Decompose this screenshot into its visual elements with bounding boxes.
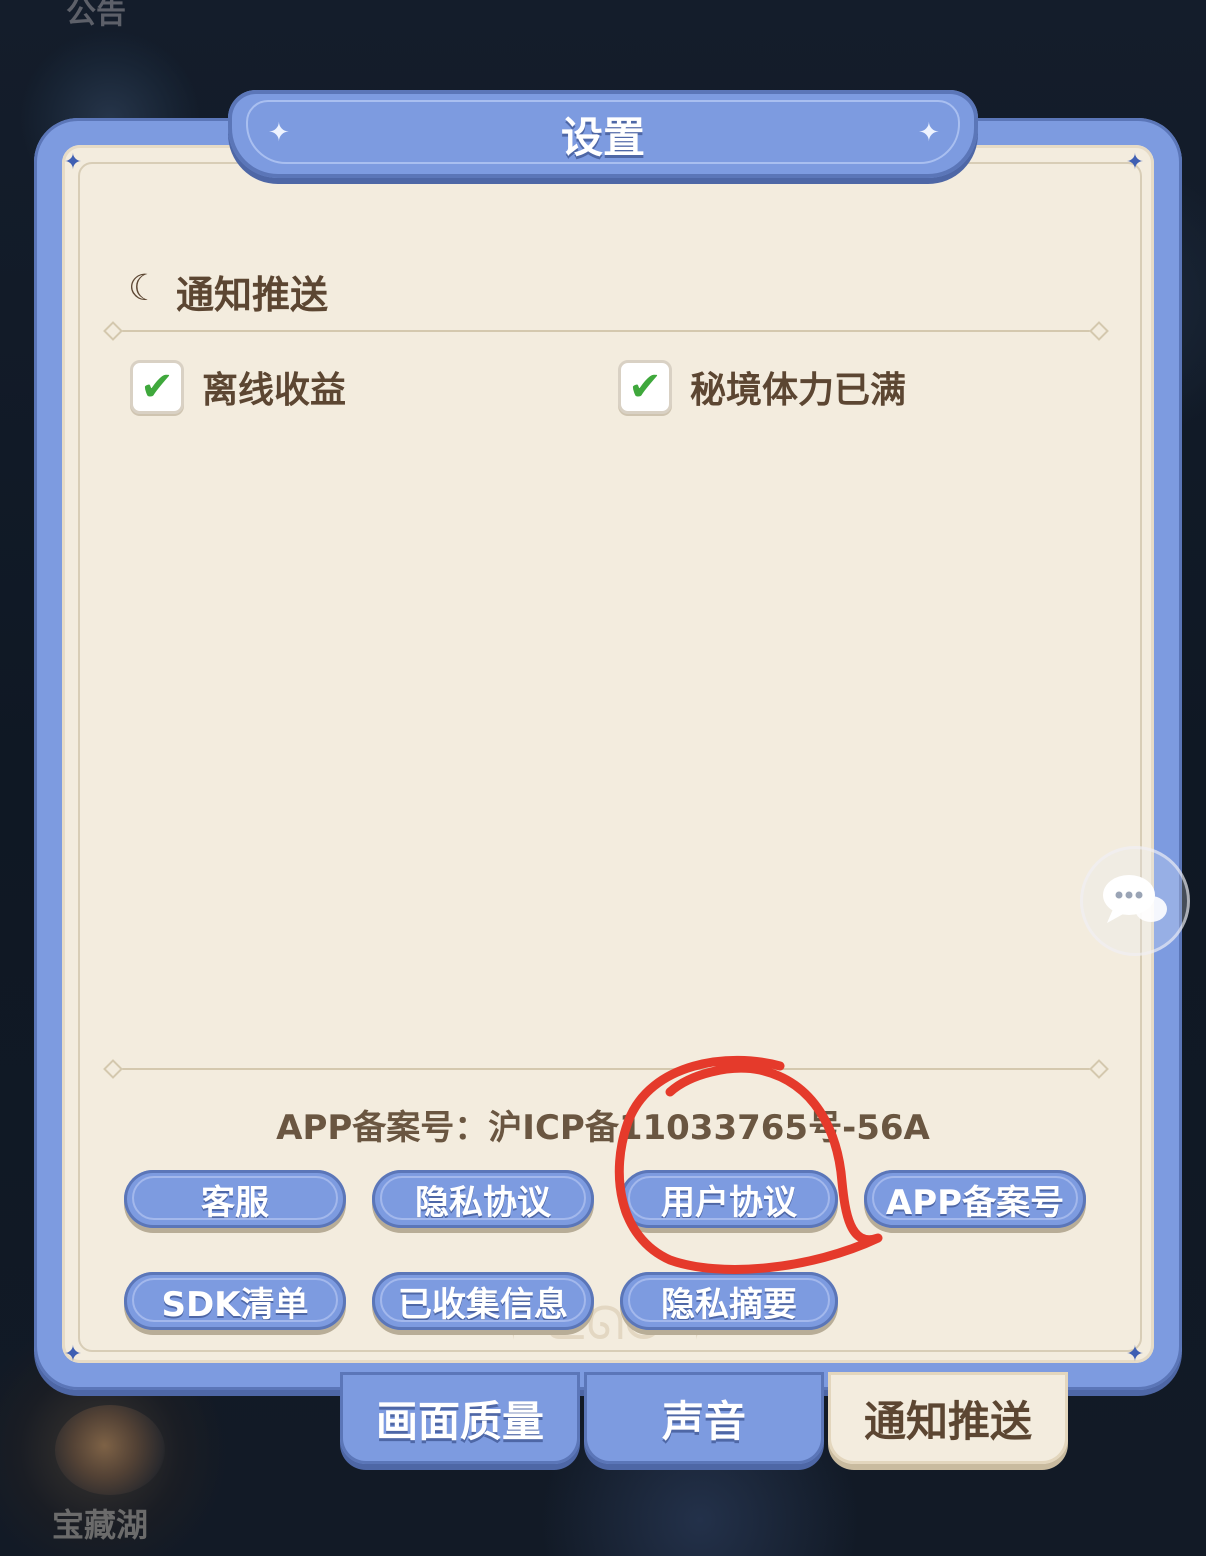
section-divider (112, 330, 1100, 332)
option-offline-earnings[interactable]: ✔ 离线收益 (130, 360, 346, 414)
privacy-summary-button[interactable]: 隐私摘要 (620, 1272, 838, 1330)
privacy-policy-button[interactable]: 隐私协议 (372, 1170, 594, 1228)
button-label: 已收集信息 (398, 1284, 568, 1325)
button-label: SDK清单 (161, 1284, 309, 1325)
button-label: 隐私协议 (415, 1182, 551, 1223)
tab-graphics-quality[interactable]: 画面质量 (340, 1372, 580, 1464)
app-record-button[interactable]: APP备案号 (864, 1170, 1086, 1228)
stamina-full-checkbox[interactable]: ✔ (618, 360, 672, 414)
option-label: 离线收益 (202, 370, 347, 411)
footer-divider (112, 1068, 1100, 1070)
moon-icon: ☾ (128, 268, 161, 309)
section-title: 通知推送 (176, 273, 329, 317)
button-label: 用户协议 (661, 1182, 797, 1223)
tab-notifications[interactable]: 通知推送 (828, 1372, 1068, 1464)
corner-star-icon: ✦ (1125, 1342, 1145, 1367)
customer-service-button[interactable]: 客服 (124, 1170, 346, 1228)
chat-icon-graphic (1103, 875, 1167, 923)
checkmark-icon: ✔ (140, 364, 174, 410)
button-label: 隐私摘要 (661, 1284, 797, 1325)
button-label: 客服 (201, 1182, 269, 1223)
tab-sound[interactable]: 声音 (584, 1372, 824, 1464)
user-agreement-button[interactable]: 用户协议 (620, 1170, 838, 1228)
treasure-lake-icon[interactable] (55, 1405, 165, 1495)
option-label: 秘境体力已满 (690, 370, 907, 411)
sdk-list-button[interactable]: SDK清单 (124, 1272, 346, 1330)
collected-info-button[interactable]: 已收集信息 (372, 1272, 594, 1330)
dialog-title: 设置 (560, 113, 645, 162)
icp-record-text: APP备案号：沪ICP备11033765号-56A (276, 1108, 930, 1148)
corner-star-icon: ✦ (63, 1342, 83, 1367)
offline-earnings-checkbox[interactable]: ✔ (130, 360, 184, 414)
treasure-lake-label[interactable]: 宝藏湖 (52, 1500, 148, 1546)
option-stamina-full[interactable]: ✔ 秘境体力已满 (618, 360, 906, 414)
chat-bubbles-icon[interactable] (1080, 846, 1190, 956)
notice-label[interactable]: 公告 (66, 0, 126, 32)
button-label: APP备案号 (885, 1182, 1065, 1223)
checkmark-icon: ✔ (628, 364, 662, 410)
